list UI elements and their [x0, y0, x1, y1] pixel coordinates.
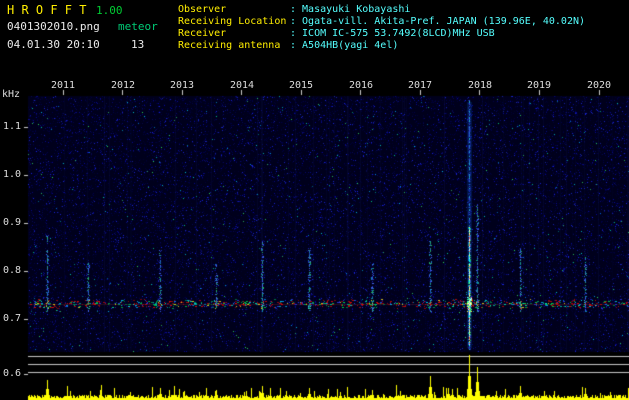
- station-row: Receiver : ICOM IC-575 53.7492(8LCD)MHz …: [178, 28, 585, 40]
- echo-count: 13: [131, 38, 145, 51]
- station-info: Observer : Masayuki Kobayashi Receiving …: [178, 4, 585, 52]
- hrofft-window: H R O F F T 1.00 0401302010.png meteor 0…: [0, 0, 629, 400]
- y-axis-tick: 0.7: [3, 313, 22, 324]
- x-axis-tick: 2016: [348, 80, 374, 91]
- x-axis-tick: 2018: [467, 80, 493, 91]
- x-axis-tick: 2020: [586, 80, 612, 91]
- y-axis-tick: 0.6: [3, 368, 22, 379]
- x-axis-tick: 2017: [407, 80, 433, 91]
- station-row: Receiving antenna : A504HB(yagi 4el): [178, 40, 585, 52]
- x-axis-tick: 2019: [526, 80, 552, 91]
- station-row: Receiving Location : Ogata-vill. Akita-P…: [178, 16, 585, 28]
- station-label: Receiver: [178, 28, 227, 39]
- station-label: Receiving antenna: [178, 40, 281, 51]
- station-value: : A504HB(yagi 4el): [290, 40, 399, 51]
- x-axis-tick: 2014: [229, 80, 255, 91]
- station-label: Observer: [178, 4, 227, 15]
- x-axis-tick: 2011: [50, 80, 76, 91]
- station-label: Receiving Location: [178, 16, 287, 27]
- x-axis-tick: 2012: [110, 80, 136, 91]
- station-value: : Ogata-vill. Akita-Pref. JAPAN (139.96E…: [290, 16, 586, 27]
- app-title: H R O F F T: [7, 3, 87, 17]
- station-value: : ICOM IC-575 53.7492(8LCD)MHz USB: [290, 28, 495, 39]
- mode-label: meteor: [118, 20, 158, 33]
- station-row: Observer : Masayuki Kobayashi: [178, 4, 585, 16]
- station-value: : Masayuki Kobayashi: [290, 4, 411, 15]
- spectrogram-canvas: [0, 0, 629, 400]
- x-axis-tick: 2015: [288, 80, 314, 91]
- y-axis-tick: 0.8: [3, 265, 22, 276]
- y-axis-tick: 1.0: [3, 169, 22, 180]
- app-version: 1.00: [96, 4, 123, 17]
- output-filename: 0401302010.png: [7, 20, 100, 33]
- y-axis-tick: 0.9: [3, 217, 22, 228]
- date-time-label: 04.01.30 20:10: [7, 38, 100, 51]
- x-axis-tick: 2013: [169, 80, 195, 91]
- y-axis-unit: kHz: [2, 89, 21, 100]
- y-axis-tick: 1.1: [3, 121, 22, 132]
